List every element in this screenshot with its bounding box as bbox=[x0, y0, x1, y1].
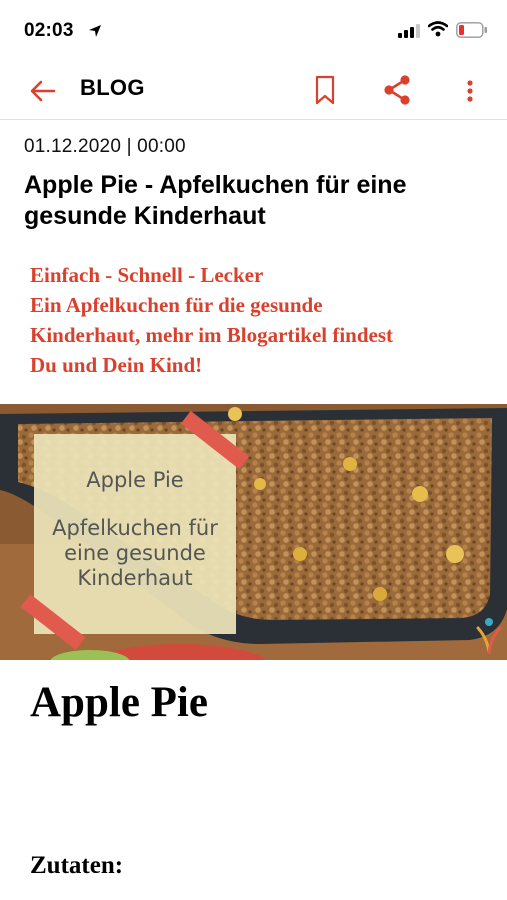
header-title: BLOG bbox=[80, 75, 145, 100]
share-icon bbox=[384, 75, 410, 105]
back-button[interactable] bbox=[28, 76, 58, 106]
intro-line: Du und Dein Kind! bbox=[30, 353, 203, 377]
status-bar: 02:03 bbox=[0, 0, 507, 60]
bookmark-button[interactable] bbox=[312, 74, 338, 106]
article-intro: Einfach - Schnell - Lecker Ein Apfelkuch… bbox=[30, 260, 500, 380]
overlay-subtitle: Apfelkuchen für eine gesunde Kinderhaut bbox=[52, 516, 218, 590]
location-arrow-icon bbox=[88, 24, 102, 38]
hero-image[interactable]: Apple Pie Apfelkuchen für eine gesunde K… bbox=[0, 404, 507, 660]
overlay-title: Apple Pie bbox=[86, 468, 184, 492]
app-header: BLOG bbox=[0, 60, 507, 120]
status-time: 02:03 bbox=[24, 20, 74, 41]
section-heading: Apple Pie bbox=[30, 679, 208, 726]
intro-line: Ein Apfelkuchen für die gesunde bbox=[30, 293, 323, 317]
share-button[interactable] bbox=[382, 74, 412, 106]
wifi-icon bbox=[427, 21, 449, 37]
bookmark-icon bbox=[315, 75, 335, 105]
intro-line: Kinderhaut, mehr im Blogartikel findest bbox=[30, 323, 394, 347]
brand-logo-icon bbox=[474, 614, 504, 654]
article-title: Apple Pie - Apfelkuchen für eine gesunde… bbox=[24, 171, 407, 230]
intro-line: Einfach - Schnell - Lecker bbox=[30, 263, 264, 287]
ingredients-heading: Zutaten: bbox=[30, 852, 124, 879]
cellular-signal-icon bbox=[398, 24, 420, 38]
back-arrow-icon bbox=[30, 80, 56, 102]
article-date: 01.12.2020 | 00:00 bbox=[24, 136, 186, 157]
hero-overlay-card: Apple Pie Apfelkuchen für eine gesunde K… bbox=[34, 434, 236, 634]
more-options-button[interactable] bbox=[458, 76, 482, 106]
more-vertical-icon bbox=[467, 80, 473, 102]
battery-low-icon bbox=[456, 22, 488, 38]
